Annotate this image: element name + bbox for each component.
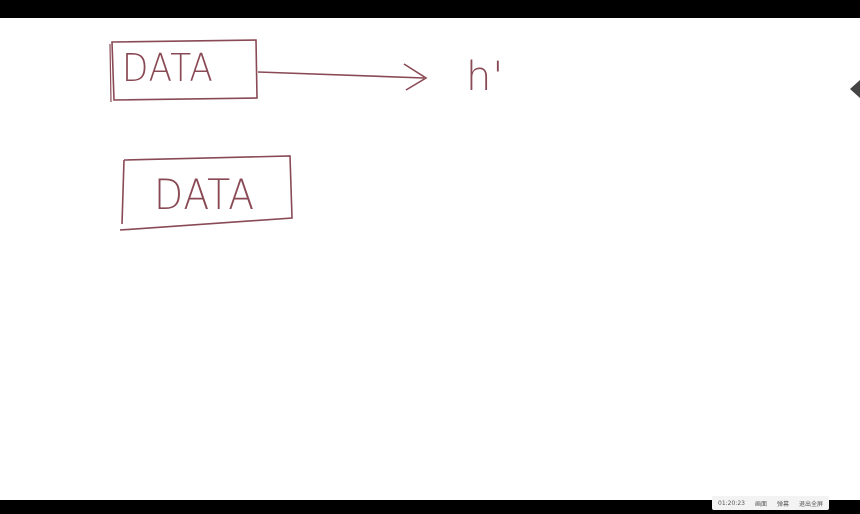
data-box-2-edge [121, 159, 125, 225]
arrow-target-label: h' [466, 54, 505, 100]
exit-fullscreen-button[interactable]: 退出全屏 [799, 499, 823, 508]
sketch-layer [109, 39, 428, 231]
data-box-1-label: DATA [122, 46, 214, 90]
arrow-shaft [257, 71, 425, 79]
data-box-2-label: DATA [154, 170, 255, 219]
data-box-1-edge [109, 43, 112, 103]
picture-button[interactable]: 画面 [755, 499, 767, 508]
danmaku-button[interactable]: 弹幕 [777, 499, 789, 508]
whiteboard-canvas[interactable]: DATA h' DATA [0, 18, 860, 500]
playback-time: 01:20:23 [718, 499, 745, 507]
player-status-bar: 01:20:23 画面 弹幕 退出全屏 [712, 496, 829, 510]
side-panel-handle-icon[interactable] [846, 76, 860, 102]
